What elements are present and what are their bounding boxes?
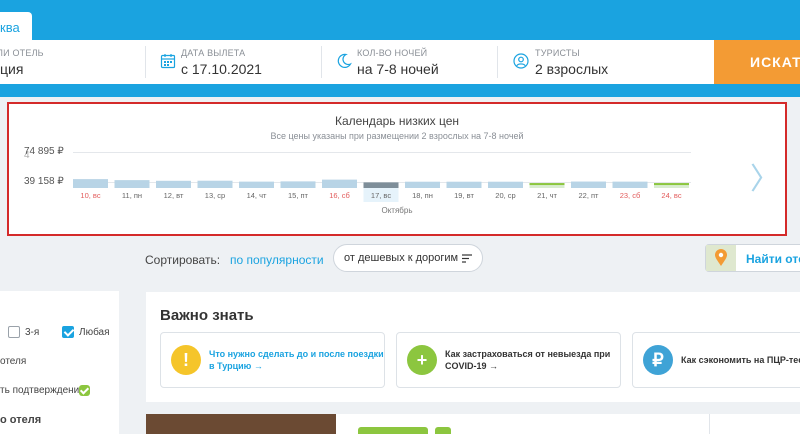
price-bar[interactable] xyxy=(156,180,191,188)
any-checkbox[interactable] xyxy=(62,326,74,338)
tourists-field[interactable]: ТУРИСТЫ 2 взрослых xyxy=(498,40,714,84)
price-bar[interactable] xyxy=(322,179,357,188)
date-label[interactable]: 22, пт xyxy=(578,191,599,200)
calendar-icon xyxy=(160,54,176,69)
min-price-marker xyxy=(529,183,565,186)
date-label[interactable]: 15, пт xyxy=(288,191,309,200)
divider xyxy=(709,414,710,434)
tourists-value: 2 взрослых xyxy=(535,61,609,77)
hotel-section-label: о отеля xyxy=(0,414,42,426)
price-bar[interactable] xyxy=(363,182,399,188)
low-price-calendar: Календарь низких цен Все цены указаны пр… xyxy=(7,102,787,236)
date-label[interactable]: 17, вс xyxy=(371,191,391,200)
ruble-icon: ₽ xyxy=(643,345,673,375)
price-bar[interactable] xyxy=(73,179,108,188)
map-pin-icon xyxy=(715,249,727,266)
month-label: Октябрь xyxy=(381,206,413,215)
nights-value: на 7-8 ночей xyxy=(357,61,439,77)
moon-icon xyxy=(337,53,352,68)
date-label[interactable]: 19, вт xyxy=(454,191,474,200)
calendar-next-arrow[interactable]: 〉 xyxy=(750,154,780,198)
filters-sidebar: 3-я Любая отеля ть подтверждения о отеля xyxy=(0,291,119,434)
date-label[interactable]: 13, ср xyxy=(205,191,225,200)
plus-icon: + xyxy=(407,345,437,375)
hotel-badge xyxy=(358,427,428,434)
date-label[interactable]: 24, вс xyxy=(661,191,681,200)
date-label[interactable]: 14, чт xyxy=(247,191,267,200)
tourists-label: ТУРИСТЫ xyxy=(535,48,580,58)
date-label[interactable]: 21, чт xyxy=(537,191,557,200)
date-label[interactable]: 12, вт xyxy=(164,191,184,200)
date-label[interactable]: 16, сб xyxy=(329,191,350,200)
info-card-pcr[interactable]: ₽ Как сэкономить на ПЦР-тес xyxy=(632,332,800,388)
price-bar[interactable] xyxy=(114,180,150,188)
price-bar[interactable] xyxy=(446,181,482,188)
nights-field[interactable]: КОЛ-ВО НОЧЕЙ на 7-8 ночей xyxy=(322,40,497,84)
tab-active[interactable]: ква xyxy=(0,12,32,40)
departure-date-field[interactable]: ДАТА ВЫЛЕТА с 17.10.2021 xyxy=(146,40,321,84)
hotel-field[interactable]: ЛИ ОТЕЛЬ ция xyxy=(0,40,145,84)
hotel-field-label: ЛИ ОТЕЛЬ xyxy=(0,48,44,58)
price-bar[interactable] xyxy=(612,181,648,188)
price-bar[interactable] xyxy=(239,181,274,188)
find-hotel-map-button[interactable]: Найти отел xyxy=(705,244,800,272)
confirmed-check-icon xyxy=(79,385,90,396)
price-bar[interactable] xyxy=(280,181,316,188)
tab-label: ква xyxy=(0,20,20,35)
hotel-filter-label[interactable]: отеля xyxy=(0,356,26,367)
map-thumbnail xyxy=(706,245,736,271)
search-bar: ЛИ ОТЕЛЬ ция ДАТА ВЫЛЕТА с 17.10.2021 КО… xyxy=(0,40,714,84)
stars-3-checkbox[interactable] xyxy=(8,326,20,338)
hotel-photo[interactable] xyxy=(146,414,336,434)
confirmation-filter-label[interactable]: ть подтверждения xyxy=(0,385,85,396)
info-card-turkey-text: Что нужно сделать до и после поездки в Т… xyxy=(209,349,384,371)
departure-date-value: с 17.10.2021 xyxy=(181,61,262,77)
date-label[interactable]: 20, ср xyxy=(495,191,515,200)
warning-icon: ! xyxy=(171,345,201,375)
sort-cheap-button[interactable]: от дешевых к дорогим xyxy=(333,244,483,272)
price-bar[interactable] xyxy=(488,181,523,188)
sort-label: Сортировать: xyxy=(145,253,221,267)
nights-label: КОЛ-ВО НОЧЕЙ xyxy=(357,48,428,58)
hotel-card[interactable] xyxy=(146,414,800,434)
sort-popular-link[interactable]: по популярности xyxy=(230,253,324,267)
info-card-pcr-text: Как сэкономить на ПЦР-тес xyxy=(681,355,800,365)
date-label[interactable]: 18, пн xyxy=(412,191,433,200)
date-label[interactable]: 10, вс xyxy=(80,191,100,200)
person-icon xyxy=(513,53,529,69)
hotel-field-value: ция xyxy=(0,61,24,77)
any-label: Любая xyxy=(79,327,110,338)
info-card-insurance[interactable]: + Как застраховаться от невыезда при COV… xyxy=(396,332,621,388)
info-card-turkey[interactable]: ! Что нужно сделать до и после поездки в… xyxy=(160,332,385,388)
important-title: Важно знать xyxy=(160,307,254,324)
min-price-marker xyxy=(654,183,689,186)
sort-icon xyxy=(462,254,472,263)
hotel-badge-small xyxy=(435,427,451,434)
sort-cheap-label: от дешевых к дорогим xyxy=(344,252,459,264)
stars-3-label: 3-я xyxy=(25,327,40,338)
search-button[interactable]: ИСКАТЬ xyxy=(714,40,800,84)
find-hotel-label: Найти отел xyxy=(746,252,800,266)
info-card-insurance-text: Как застраховаться от невыезда при COVID… xyxy=(445,349,611,371)
date-label[interactable]: 23, сб xyxy=(620,191,641,200)
important-info-panel: Важно знать ! Что нужно сделать до и пос… xyxy=(146,292,800,402)
departure-date-label: ДАТА ВЫЛЕТА xyxy=(181,48,246,58)
price-bar[interactable] xyxy=(405,181,440,188)
price-bar[interactable] xyxy=(197,180,233,188)
price-bar[interactable] xyxy=(571,181,606,188)
date-label[interactable]: 11, пн xyxy=(122,191,142,200)
